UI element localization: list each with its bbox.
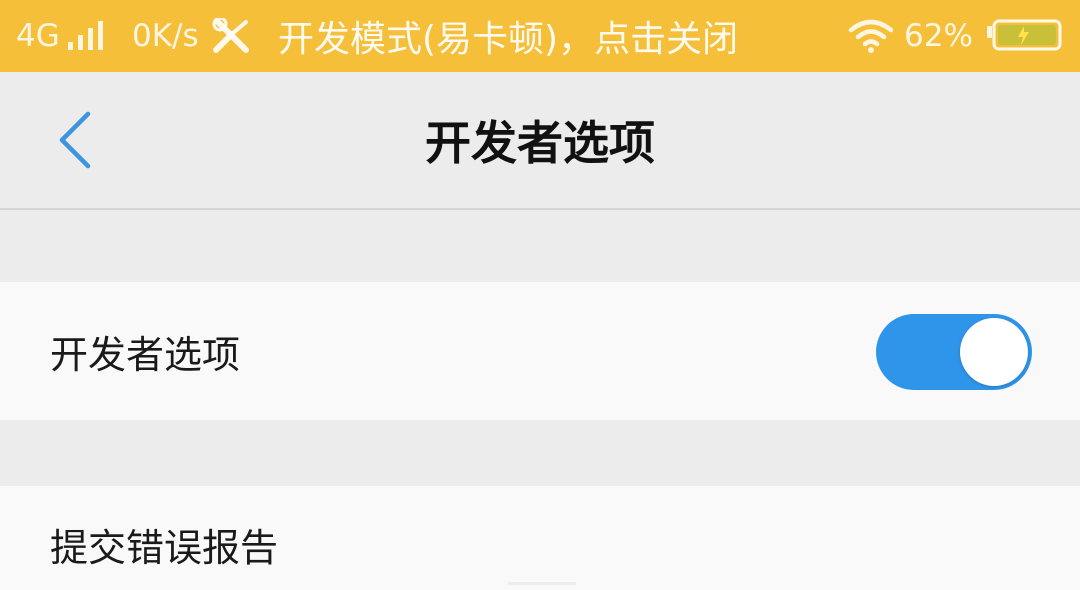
tools-icon <box>212 18 252 54</box>
developer-mode-notice[interactable]: 开发模式(易卡顿)，点击关闭 <box>278 0 738 72</box>
developer-options-label: 开发者选项 <box>50 332 241 377</box>
network-type: 4G <box>16 18 60 54</box>
signal-icon <box>66 20 108 52</box>
page-title: 开发者选项 <box>425 116 655 170</box>
battery-icon <box>986 19 1062 53</box>
developer-options-toggle[interactable] <box>876 314 1032 390</box>
wifi-icon <box>848 18 894 54</box>
submit-bug-report-row[interactable]: 提交错误报告 <box>0 486 1080 590</box>
battery-percent: 62% <box>904 18 973 54</box>
app-header: 开发者选项 <box>0 72 1080 210</box>
scroll-indicator <box>508 582 576 585</box>
toggle-knob <box>960 318 1028 386</box>
status-bar[interactable]: 4G 0K/s 开发模式(易卡顿)，点击关闭 62% <box>0 0 1080 72</box>
developer-options-row[interactable]: 开发者选项 <box>0 282 1080 420</box>
submit-bug-report-label: 提交错误报告 <box>50 525 279 570</box>
network-speed: 0K/s <box>132 18 199 54</box>
